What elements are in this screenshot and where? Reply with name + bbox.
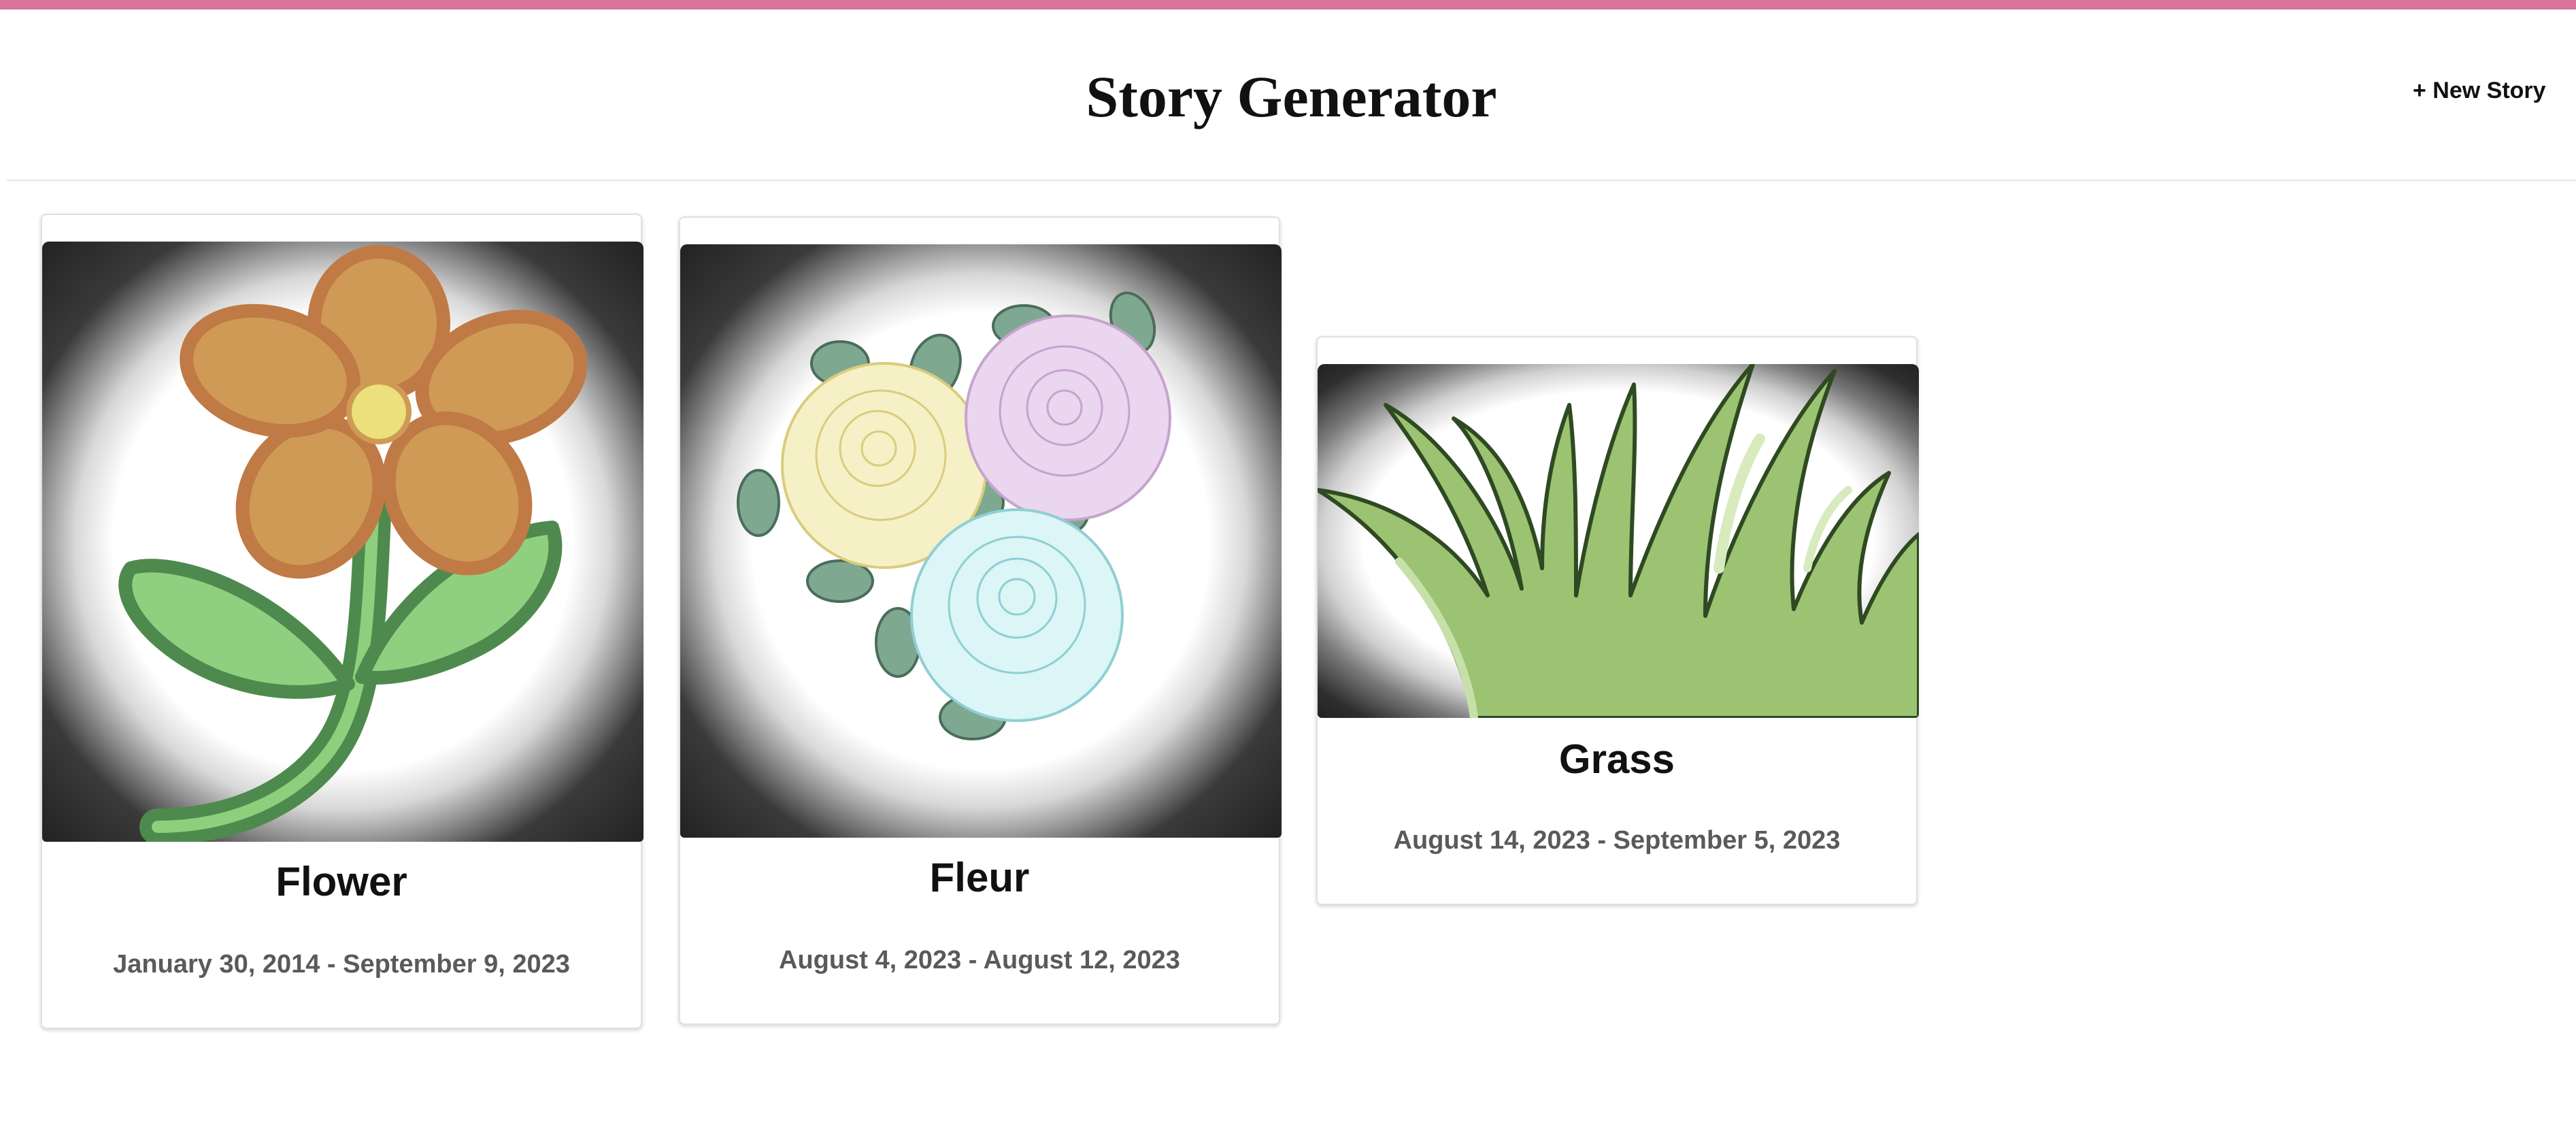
story-image-grass [1318,364,1919,718]
story-image-flower [42,242,643,842]
story-dates: August 14, 2023 - September 5, 2023 [1393,826,1841,855]
page-title: Story Generator [1086,64,1497,129]
flower-icon [118,245,588,842]
story-card-grass[interactable]: Grass August 14, 2023 - September 5, 202… [1316,336,1919,905]
story-dates: August 4, 2023 - August 12, 2023 [779,946,1180,974]
story-image-fleur [680,244,1282,838]
grass-icon [1318,364,1919,718]
new-story-button[interactable]: + New Story [2413,78,2576,104]
accent-bar [0,0,2576,10]
app-header: Story Generator + New Story [7,10,2576,181]
story-title: Fleur [929,855,1030,900]
story-card-fleur[interactable]: Fleur August 4, 2023 - August 12, 2023 [679,216,1282,1025]
story-title: Flower [275,859,407,904]
roses-icon [737,291,1171,740]
story-title: Grass [1558,736,1675,782]
story-dates: January 30, 2014 - September 9, 2023 [113,950,570,979]
story-card-flower[interactable]: Flower January 30, 2014 - September 9, 2… [41,214,643,1029]
